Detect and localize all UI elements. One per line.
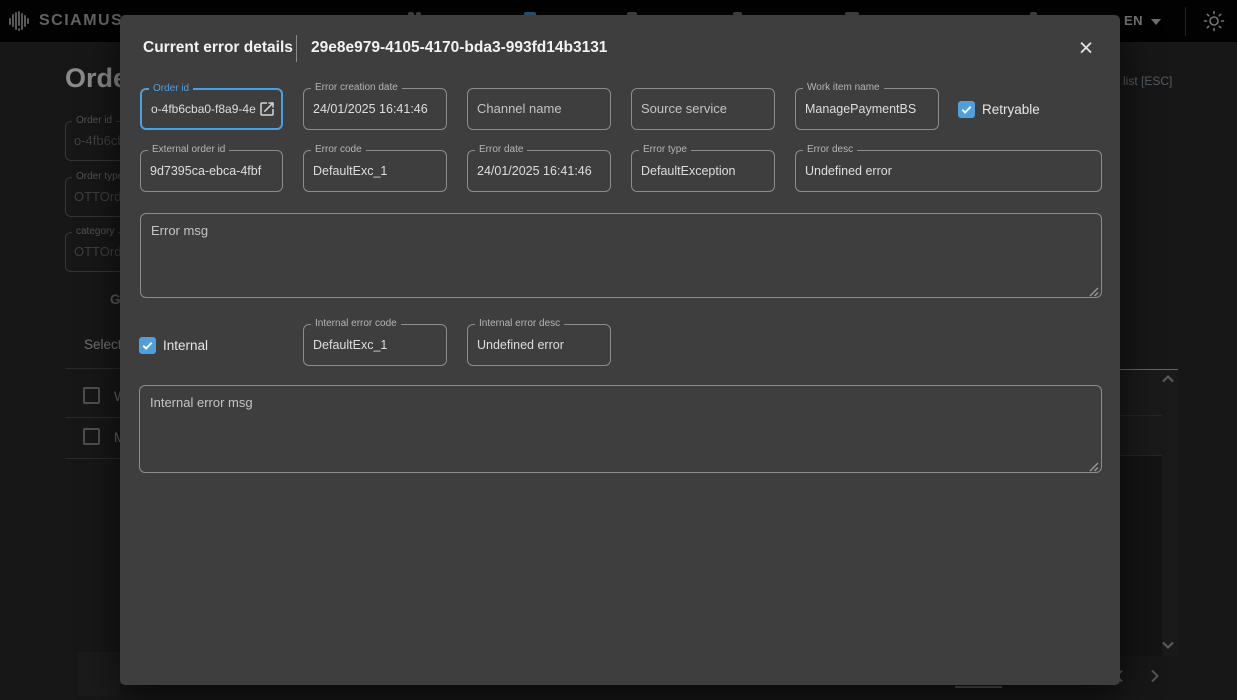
error-date-field[interactable]: Error date 24/01/2025 16:41:46 xyxy=(467,150,611,192)
work-item-name-field[interactable]: Work item name ManagePaymentBS xyxy=(795,88,939,130)
error-type-field[interactable]: Error type DefaultException xyxy=(631,150,775,192)
error-msg-placeholder: Error msg xyxy=(151,223,208,238)
internal-error-desc-value: Undefined error xyxy=(477,325,564,365)
close-button[interactable]: × xyxy=(1072,35,1100,63)
internal-error-desc-field[interactable]: Internal error desc Undefined error xyxy=(467,324,611,366)
external-order-id-field[interactable]: External order id 9d7395ca-ebca-4fbf xyxy=(140,150,283,192)
error-record-id: 29e8e979-4105-4170-bda3-993fd14b3131 xyxy=(311,39,607,57)
internal-error-msg-placeholder: Internal error msg xyxy=(150,395,253,410)
work-item-name-value: ManagePaymentBS xyxy=(805,89,916,129)
error-creation-date-value: 24/01/2025 16:41:46 xyxy=(313,89,428,129)
current-error-details-dialog: Current error details 29e8e979-4105-4170… xyxy=(120,15,1120,685)
source-service-placeholder: Source service xyxy=(641,89,727,129)
internal-error-code-value: DefaultExc_1 xyxy=(313,325,387,365)
error-desc-value: Undefined error xyxy=(805,151,892,191)
error-code-value: DefaultExc_1 xyxy=(313,151,387,191)
internal-checkbox-group: Internal xyxy=(139,337,208,354)
internal-checkbox[interactable] xyxy=(139,337,156,354)
error-creation-date-field[interactable]: Error creation date 24/01/2025 16:41:46 xyxy=(303,88,447,130)
dialog-title: Current error details xyxy=(143,39,293,57)
error-type-value: DefaultException xyxy=(641,151,736,191)
title-divider xyxy=(296,35,297,62)
order-id-field-value: o-4fb6cba0-f8a9-4e xyxy=(151,90,256,128)
close-icon: × xyxy=(1079,34,1094,62)
channel-name-field[interactable]: Channel name xyxy=(467,88,611,130)
channel-name-placeholder: Channel name xyxy=(477,89,562,129)
source-service-field[interactable]: Source service xyxy=(631,88,775,130)
order-id-field[interactable]: Order id o-4fb6cba0-f8a9-4e xyxy=(140,88,283,130)
retryable-checkbox[interactable] xyxy=(958,101,975,118)
checkmark-icon xyxy=(959,102,974,117)
error-date-value: 24/01/2025 16:41:46 xyxy=(477,151,592,191)
retryable-checkbox-group: Retryable xyxy=(958,101,1040,118)
internal-error-msg-textarea[interactable]: Internal error msg xyxy=(139,385,1102,473)
error-msg-textarea[interactable]: Error msg xyxy=(140,213,1102,298)
internal-label: Internal xyxy=(163,338,208,353)
open-in-new-icon[interactable] xyxy=(258,100,276,118)
retryable-label: Retryable xyxy=(982,102,1040,117)
checkmark-icon xyxy=(140,338,155,353)
resize-handle-icon[interactable] xyxy=(1088,284,1099,295)
internal-error-code-field[interactable]: Internal error code DefaultExc_1 xyxy=(303,324,447,366)
error-code-field[interactable]: Error code DefaultExc_1 xyxy=(303,150,447,192)
external-order-id-value: 9d7395ca-ebca-4fbf xyxy=(150,151,261,191)
error-desc-field[interactable]: Error desc Undefined error xyxy=(795,150,1102,192)
resize-handle-icon[interactable] xyxy=(1088,459,1099,470)
